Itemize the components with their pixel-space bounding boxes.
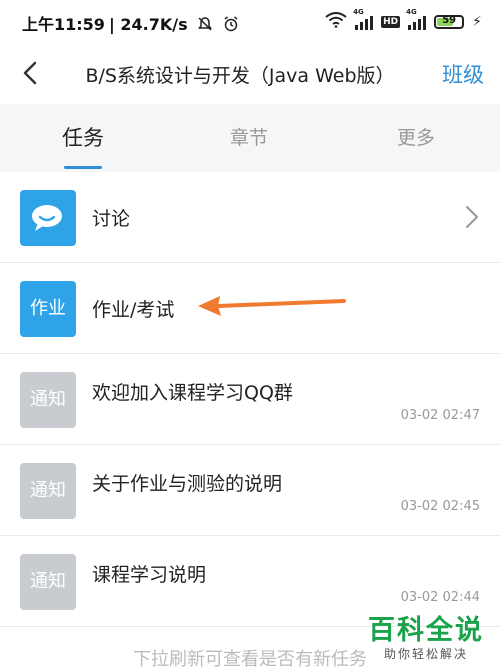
battery-level: 59 (442, 15, 457, 26)
page-title: B/S系统设计与开发（Java Web版） (85, 65, 395, 87)
hd-badge: HD (381, 16, 401, 28)
cell-signal-icon-1: 4G (353, 8, 374, 30)
class-button[interactable]: 班级 (442, 59, 484, 89)
list-item-notice[interactable]: 通知 关于作业与测验的说明 03-02 02:45 (0, 445, 500, 536)
tab-bar: 任务 章节 更多 (0, 104, 500, 173)
signal-tag-1: 4G (353, 8, 364, 16)
back-arrow-icon (23, 61, 37, 85)
battery-icon: 59 (434, 15, 465, 29)
watermark-title: 百科全说 (368, 615, 484, 646)
list-item-label: 讨论 (92, 208, 131, 230)
chevron-right-icon (462, 202, 482, 232)
notice-icon: 通知 (20, 554, 76, 610)
status-right: 4G HD 4G 59 ⚡ (325, 8, 482, 32)
tab-more[interactable]: 更多 (333, 104, 499, 172)
status-time: 上午11:59 (22, 15, 105, 34)
list-item-label: 关于作业与测验的说明 (92, 473, 283, 495)
mute-bell-icon (197, 15, 219, 34)
notice-icon: 通知 (20, 463, 76, 519)
network-speed: 24.7K/s (120, 15, 188, 34)
chat-bubble-icon (20, 190, 76, 246)
status-left: 上午11:59 | 24.7K/s (22, 11, 243, 35)
list-item-label: 课程学习说明 (92, 564, 207, 586)
signal-tag-2: 4G (406, 8, 417, 16)
charging-icon: ⚡ (472, 14, 482, 30)
cell-signal-icon-2: 4G (406, 8, 427, 30)
task-list: 讨论 作业 作业/考试 通知 欢迎加入课程学习QQ群 03-02 02:47 通… (0, 172, 500, 627)
list-item-time: 03-02 02:45 (400, 499, 480, 514)
homework-icon: 作业 (20, 281, 76, 337)
tab-chapters[interactable]: 章节 (166, 104, 332, 172)
top-nav-bar: B/S系统设计与开发（Java Web版） 班级 (0, 44, 500, 104)
notice-icon: 通知 (20, 372, 76, 428)
tab-tasks[interactable]: 任务 (0, 104, 166, 172)
list-item-notice[interactable]: 通知 欢迎加入课程学习QQ群 03-02 02:47 (0, 354, 500, 445)
alarm-icon (223, 15, 239, 34)
wifi-icon (325, 12, 347, 32)
watermark-subtitle: 助你轻松解决 (383, 647, 468, 661)
list-item-discussion[interactable]: 讨论 (0, 172, 500, 263)
active-tab-indicator (64, 166, 102, 169)
status-bar: 上午11:59 | 24.7K/s 4G HD 4G 59 ⚡ (0, 0, 500, 44)
back-button[interactable] (16, 58, 46, 88)
annotation-arrow-icon (198, 296, 346, 316)
list-item-time: 03-02 02:44 (400, 590, 480, 605)
list-item-label: 作业/考试 (92, 299, 175, 321)
watermark-logo: 百科全说 助你轻松解决 (368, 608, 484, 662)
list-item-time: 03-02 02:47 (400, 408, 480, 423)
list-item-label: 欢迎加入课程学习QQ群 (92, 382, 293, 404)
